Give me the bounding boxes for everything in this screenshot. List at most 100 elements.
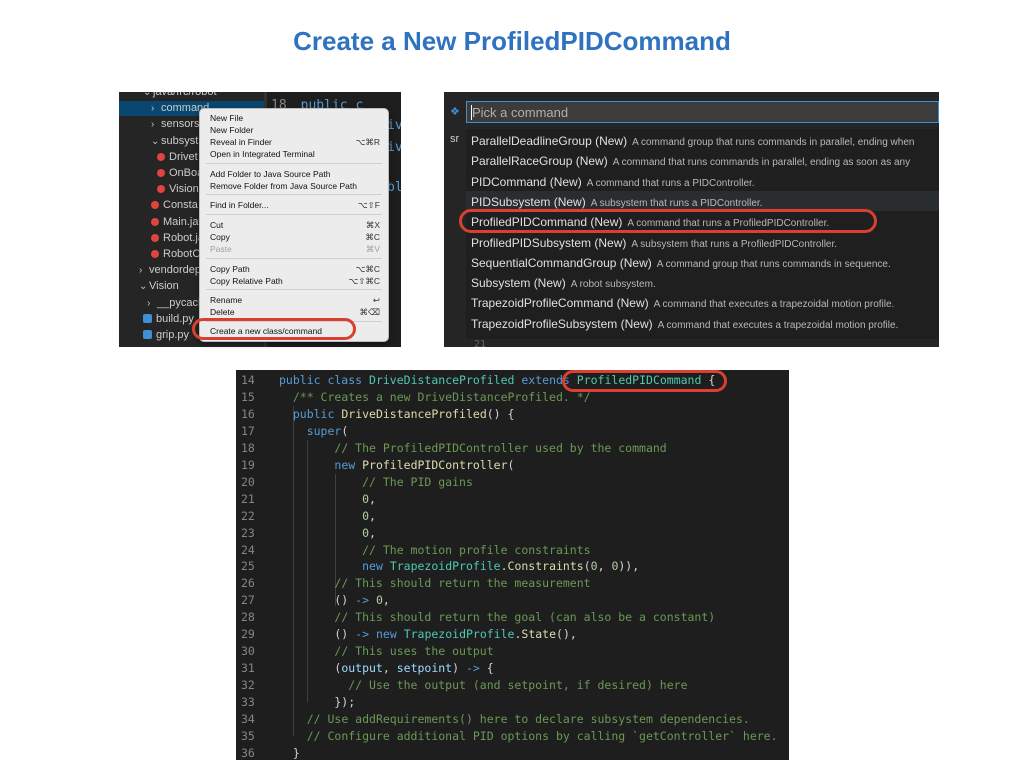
tree-item[interactable]: ⌄ Vision — [139, 278, 179, 294]
code-line[interactable]: // The ProfiledPIDController used by the… — [279, 440, 667, 457]
command-item-description: A command that executes a trapezoidal mo… — [657, 319, 899, 331]
code-line[interactable]: /** Creates a new DriveDistanceProfiled.… — [279, 389, 591, 406]
java-file-icon — [151, 217, 159, 226]
code-token: // This should return the measurement — [334, 576, 591, 591]
tree-item[interactable]: › sensors — [151, 116, 200, 132]
code-line[interactable]: 0, — [279, 525, 376, 542]
tree-item[interactable]: › vendordep — [139, 262, 201, 278]
menu-item-label: Copy Relative Path — [210, 276, 283, 286]
command-item[interactable]: ParallelDeadlineGroup (New) A command gro… — [471, 131, 914, 151]
tree-item[interactable]: build.py — [143, 311, 194, 327]
line-number: 25 — [241, 559, 255, 574]
menu-item-shortcut: ⌥⌘C — [355, 264, 380, 274]
command-item[interactable]: TrapezoidProfileCommand (New) A command t… — [471, 293, 894, 313]
code-line[interactable]: // Configure additional PID options by c… — [279, 728, 778, 745]
code-line[interactable]: () -> 0, — [279, 592, 389, 609]
command-item[interactable]: ProfiledPIDSubsystem (New) A subsystem th… — [471, 233, 837, 253]
command-item-description: A subsystem that runs a ProfiledPIDContr… — [631, 238, 838, 250]
code-token: // Configure additional PID options by c… — [306, 728, 778, 743]
command-item-name: ParallelRaceGroup (New) — [471, 154, 608, 169]
command-item[interactable]: ParallelRaceGroup (New) A command that ru… — [471, 151, 910, 171]
java-file-icon — [151, 250, 159, 258]
line-number: 29 — [241, 627, 255, 642]
context-menu-item[interactable]: Rename ↩ — [210, 294, 380, 306]
tree-item[interactable]: RobotC — [151, 246, 200, 262]
code-line[interactable]: // This should return the measurement — [279, 575, 591, 592]
context-menu-item[interactable]: Find in Folder... ⌥⇧F — [210, 199, 380, 211]
context-menu-item[interactable]: Open in Integrated Terminal — [210, 148, 380, 160]
context-menu-item[interactable]: Add Folder to Java Source Path — [210, 168, 380, 180]
command-item-name: SequentialCommandGroup (New) — [471, 255, 652, 270]
context-menu-item[interactable]: Copy Path ⌥⌘C — [210, 263, 380, 275]
java-file-icon — [157, 152, 165, 161]
tree-item[interactable]: Main.jav — [151, 214, 204, 230]
menu-item-shortcut: ⌥⇧⌘C — [348, 276, 380, 286]
tree-item[interactable]: ⌄ subsyst — [151, 133, 198, 149]
code-line[interactable]: }); — [279, 694, 355, 711]
menu-separator — [206, 289, 382, 290]
command-item[interactable]: PIDCommand (New) A command that runs a PI… — [471, 172, 755, 192]
context-menu-item[interactable]: Copy ⌘C — [210, 231, 380, 243]
editor-preview-line: bl — [387, 180, 401, 196]
context-menu-item[interactable]: Paste ⌘V — [210, 243, 380, 255]
code-token: new — [375, 627, 397, 642]
code-token: new — [362, 559, 383, 574]
context-menu-item[interactable]: Copy Relative Path ⌥⇧⌘C — [210, 275, 380, 287]
code-line[interactable]: () -> new TrapezoidProfile.State(), — [279, 626, 576, 643]
context-menu-item[interactable]: Remove Folder from Java Source Path — [210, 180, 380, 192]
command-item-name: ParallelDeadlineGroup (New) — [471, 134, 628, 148]
line-number: 31 — [241, 661, 255, 676]
code-line[interactable]: // Use the output (and setpoint, if desi… — [279, 677, 687, 694]
code-line[interactable]: // This uses the output — [279, 643, 493, 660]
code-line[interactable]: (output, setpoint) -> { — [279, 660, 493, 677]
tree-item[interactable]: ⌄ java/frc/robot — [143, 92, 217, 100]
code-line[interactable]: } — [279, 745, 300, 760]
code-line[interactable]: super( — [279, 423, 349, 440]
tree-item-label: Drivet — [169, 150, 198, 163]
context-menu-item[interactable]: Reveal in Finder ⌥⌘R — [210, 136, 380, 148]
code-token: 0 — [362, 491, 370, 506]
tree-item[interactable]: Consta — [151, 197, 198, 213]
code-token: DriveDistanceProfiled — [341, 406, 487, 421]
context-menu-item[interactable]: Cut ⌘X — [210, 219, 380, 231]
line-number: 23 — [241, 525, 255, 540]
command-item-description: A command that runs commands in parallel… — [612, 157, 911, 169]
menu-item-label: Reveal in Finder — [210, 137, 272, 147]
tree-item[interactable]: Robot.ja — [151, 230, 204, 246]
command-item[interactable]: SequentialCommandGroup (New) A command gr… — [471, 253, 891, 273]
code-line[interactable]: public DriveDistanceProfiled() { — [279, 406, 515, 423]
code-text: iv — [387, 118, 401, 133]
line-number: 15 — [241, 389, 255, 404]
line-number: 34 — [241, 712, 255, 726]
context-menu-item[interactable]: New Folder — [210, 124, 380, 136]
context-menu-item[interactable]: Delete ⌘⌫ — [210, 306, 380, 318]
tree-item[interactable]: › __pycach — [147, 295, 204, 311]
menu-item-label: Cut — [210, 220, 224, 230]
tree-item-label: __pycach — [157, 296, 205, 309]
tree-item[interactable]: Vision — [157, 181, 199, 197]
code-line[interactable]: 0, — [279, 491, 376, 508]
code-line[interactable]: // The PID gains — [279, 474, 473, 491]
code-line[interactable]: // This should return the goal (can also… — [279, 609, 715, 626]
tree-item[interactable]: grip.py — [143, 327, 189, 343]
code-line[interactable]: // Use addRequirements() here to declare… — [279, 711, 750, 728]
command-item[interactable]: TrapezoidProfileSubsystem (New) A command… — [471, 314, 898, 334]
line-number: 28 — [241, 610, 255, 625]
code-line[interactable]: 0, — [279, 508, 376, 525]
tail-line-number: 21 — [474, 339, 487, 347]
code-token: // The ProfiledPIDController used by the… — [334, 440, 667, 455]
code-token: 0 — [362, 525, 370, 540]
code-line[interactable]: new ProfiledPIDController( — [279, 457, 514, 474]
code-line[interactable]: new TrapezoidProfile.Constraints(0, 0)), — [279, 558, 639, 575]
chevron-right-icon: › — [139, 265, 143, 277]
code-editor-panel: 14 public class DriveDistanceProfiled ext… — [236, 370, 789, 760]
command-item[interactable]: Subsystem (New) A robot subsystem. — [471, 273, 656, 293]
line-number: 14 — [241, 373, 255, 387]
code-token: /** Creates a new DriveDistanceProfiled.… — [292, 389, 591, 404]
code-line[interactable]: // The motion profile constraints — [279, 542, 590, 559]
menu-item-label: Paste — [210, 244, 232, 254]
code-token: Constraints — [507, 559, 584, 574]
tree-item[interactable]: Drivet — [157, 149, 198, 165]
context-menu-item[interactable]: New File — [210, 112, 380, 124]
tree-item[interactable]: OnBoa — [157, 165, 203, 181]
